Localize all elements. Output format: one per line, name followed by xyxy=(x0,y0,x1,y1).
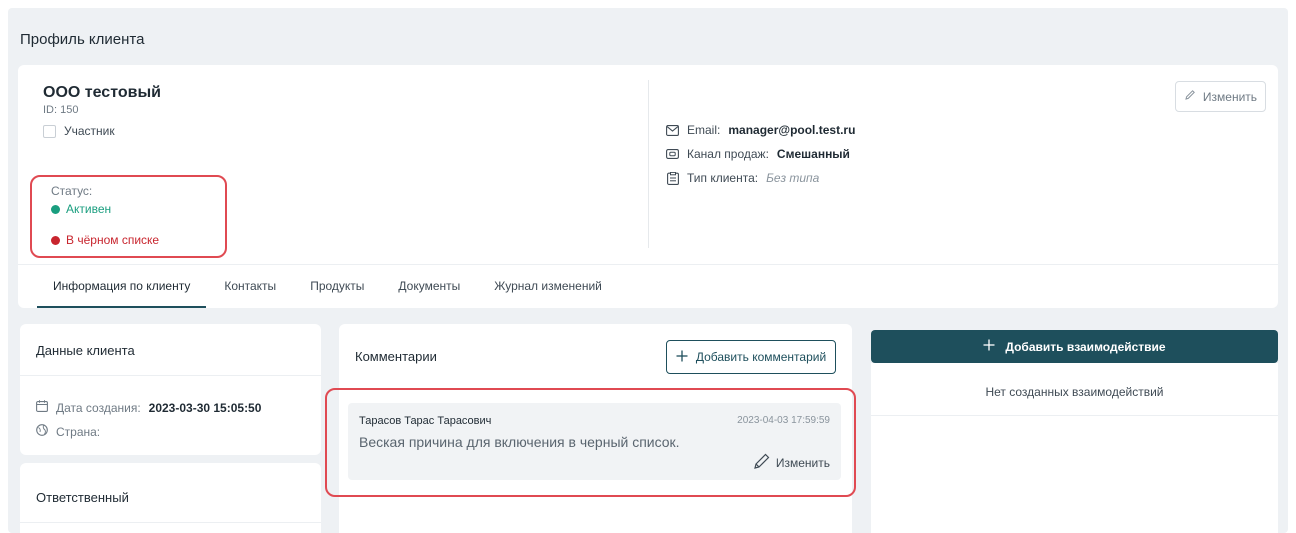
comments-title: Комментарии xyxy=(355,349,437,364)
client-data-card: Данные клиента Дата создания: 2023-03-30… xyxy=(20,324,321,455)
mail-icon xyxy=(666,124,679,136)
created-date-row: Дата создания: 2023-03-30 15:05:50 xyxy=(36,400,261,415)
profile-divider xyxy=(648,80,649,248)
participant-checkbox-row[interactable]: Участник xyxy=(43,124,115,138)
client-data-title: Данные клиента xyxy=(36,343,135,358)
channel-row: Канал продаж: Смешанный xyxy=(666,147,850,161)
add-comment-label: Добавить комментарий xyxy=(695,350,827,364)
tab-client-info[interactable]: Информация по клиенту xyxy=(37,265,207,308)
client-name: ООО тестовый xyxy=(43,84,161,101)
responsible-divider xyxy=(20,522,321,523)
globe-icon xyxy=(36,424,48,439)
responsible-title: Ответственный xyxy=(36,490,129,505)
status-active-label: Активен xyxy=(66,202,112,216)
status-label: Статус: xyxy=(51,184,93,198)
interactions-empty-text: Нет созданных взаимодействий xyxy=(985,385,1164,399)
add-interaction-button[interactable]: Добавить взаимодействие xyxy=(871,330,1278,363)
profile-card: ООО тестовый ID: 150 Участник Статус: Ак… xyxy=(18,65,1278,308)
client-data-divider xyxy=(20,375,321,376)
edit-profile-button[interactable]: Изменить xyxy=(1175,81,1266,112)
participant-label: Участник xyxy=(64,124,115,138)
comment-highlight-frame xyxy=(325,388,856,497)
status-dot-active xyxy=(51,204,60,214)
email-label: Email: xyxy=(687,123,721,137)
page-title: Профиль клиента xyxy=(20,31,145,48)
client-type-label: Тип клиента: xyxy=(687,171,759,185)
email-value: manager@pool.test.ru xyxy=(728,123,856,137)
status-blacklist: В чёрном списке xyxy=(51,233,159,247)
email-row: Email: manager@pool.test.ru xyxy=(666,123,855,137)
page-background: Профиль клиента ООО тестовый ID: 150 Уча… xyxy=(8,8,1288,533)
clipboard-icon xyxy=(666,171,679,185)
status-active: Активен xyxy=(51,202,111,216)
responsible-card: Ответственный xyxy=(20,463,321,533)
country-row: Страна: xyxy=(36,424,100,439)
tab-bar: Информация по клиенту Контакты Продукты … xyxy=(37,265,636,308)
tab-documents[interactable]: Документы xyxy=(398,265,460,308)
status-blacklist-label: В чёрном списке xyxy=(66,233,160,247)
client-type-value: Без типа xyxy=(766,171,820,185)
created-date-value: 2023-03-30 15:05:50 xyxy=(148,400,262,415)
participant-checkbox[interactable] xyxy=(43,124,56,138)
channel-icon xyxy=(666,148,679,160)
client-id: ID: 150 xyxy=(43,104,79,116)
tab-change-log[interactable]: Журнал изменений xyxy=(494,265,602,308)
channel-label: Канал продаж: xyxy=(687,147,769,161)
add-interaction-label: Добавить взаимодействие xyxy=(1005,339,1166,354)
status-dot-blacklist xyxy=(51,235,60,245)
country-label: Страна: xyxy=(56,424,101,439)
plus-icon xyxy=(676,350,688,365)
edit-profile-label: Изменить xyxy=(1202,89,1258,104)
plus-icon xyxy=(983,339,995,354)
channel-value: Смешанный xyxy=(776,147,850,161)
created-date-label: Дата создания: xyxy=(56,400,141,415)
pencil-icon xyxy=(1184,89,1196,104)
calendar-icon xyxy=(36,400,48,415)
tab-contacts[interactable]: Контакты xyxy=(224,265,276,308)
client-type-row: Тип клиента: Без типа xyxy=(666,171,819,185)
add-comment-button[interactable]: Добавить комментарий xyxy=(666,340,836,374)
tab-products[interactable]: Продукты xyxy=(310,265,364,308)
interactions-divider xyxy=(871,415,1278,416)
interactions-card: Нет созданных взаимодействий xyxy=(871,363,1278,533)
